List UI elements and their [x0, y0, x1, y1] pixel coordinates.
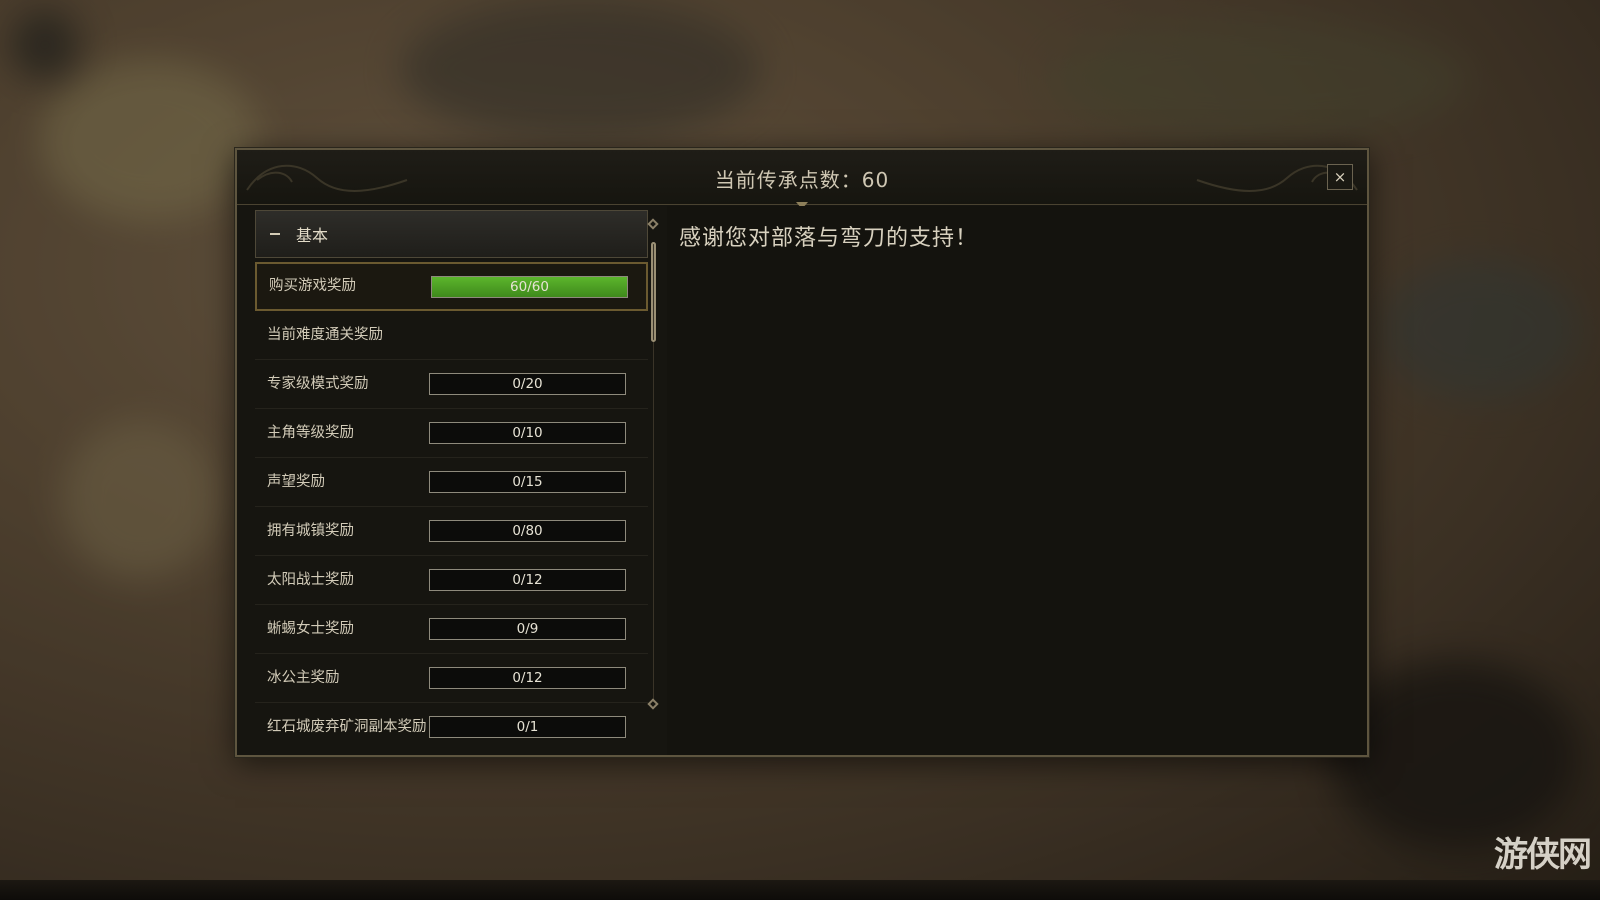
- reward-label: 主角等级奖励: [267, 424, 354, 441]
- reward-row[interactable]: 专家级模式奖励 0/20: [255, 360, 648, 409]
- legacy-points-dialog: 当前传承点数：60 × 基本 购买游戏奖励 60/60 当前难度通关奖励 专家级模式奖…: [235, 148, 1369, 757]
- watermark-logo: 游侠网: [1494, 835, 1592, 875]
- detail-panel: 感谢您对部落与弯刀的支持！: [667, 206, 1367, 755]
- progress-bar: 0/1: [429, 716, 626, 738]
- progress-text: 0/10: [512, 425, 543, 441]
- collapse-icon[interactable]: [270, 233, 280, 235]
- reward-label: 冰公主奖励: [267, 669, 340, 686]
- reward-label: 声望奖励: [267, 473, 325, 490]
- reward-label: 蜥蜴女士奖励: [267, 620, 354, 637]
- progress-text: 0/1: [516, 719, 539, 735]
- reward-label: 专家级模式奖励: [267, 375, 369, 392]
- reward-row[interactable]: 当前难度通关奖励: [255, 311, 648, 360]
- progress-text: 0/12: [512, 670, 543, 686]
- progress-bar: 60/60: [431, 275, 628, 298]
- scroll-down-icon[interactable]: [647, 698, 659, 710]
- reward-list: 基本 购买游戏奖励 60/60 当前难度通关奖励 专家级模式奖励 0/20 主角等级奖励 0…: [255, 210, 648, 750]
- scroll-up-icon[interactable]: [647, 218, 659, 230]
- progress-text: 0/12: [512, 572, 543, 588]
- reward-row[interactable]: 主角等级奖励 0/10: [255, 409, 648, 458]
- progress-bar: 0/10: [429, 422, 626, 444]
- reward-label: 当前难度通关奖励: [267, 326, 383, 343]
- progress-text: 0/80: [512, 523, 543, 539]
- reward-row[interactable]: 购买游戏奖励 60/60: [255, 262, 648, 311]
- progress-bar: 0/12: [429, 569, 626, 591]
- category-header-basic[interactable]: 基本: [255, 210, 648, 258]
- progress-bar: 0/20: [429, 373, 626, 395]
- dialog-title: 当前传承点数：60: [714, 168, 890, 192]
- reward-label: 红石城废弃矿洞副本奖励: [267, 718, 427, 735]
- progress-text: 0/20: [512, 376, 543, 392]
- dialog-header: 当前传承点数：60 ×: [237, 150, 1367, 205]
- reward-label: 购买游戏奖励: [269, 278, 356, 294]
- reward-label: 拥有城镇奖励: [267, 522, 354, 539]
- category-label: 基本: [296, 226, 329, 245]
- reward-label: 太阳战士奖励: [267, 571, 354, 588]
- reward-row[interactable]: 拥有城镇奖励 0/80: [255, 507, 648, 556]
- scrollbar-thumb[interactable]: [651, 242, 656, 342]
- progress-bar: 0/12: [429, 667, 626, 689]
- reward-row[interactable]: 太阳战士奖励 0/12: [255, 556, 648, 605]
- close-button[interactable]: ×: [1327, 164, 1353, 190]
- reward-row[interactable]: 红石城废弃矿洞副本奖励 0/1: [255, 703, 648, 750]
- progress-bar: 0/80: [429, 520, 626, 542]
- progress-bar: 0/15: [429, 471, 626, 493]
- progress-bar: 0/9: [429, 618, 626, 640]
- bottom-hud-strip: [0, 880, 1600, 900]
- detail-message: 感谢您对部落与弯刀的支持！: [679, 226, 979, 251]
- progress-text: 0/9: [516, 621, 539, 637]
- reward-row[interactable]: 蜥蜴女士奖励 0/9: [255, 605, 648, 654]
- progress-text: 0/15: [512, 474, 543, 490]
- progress-text: 60/60: [510, 278, 549, 295]
- reward-row[interactable]: 冰公主奖励 0/12: [255, 654, 648, 703]
- reward-row[interactable]: 声望奖励 0/15: [255, 458, 648, 507]
